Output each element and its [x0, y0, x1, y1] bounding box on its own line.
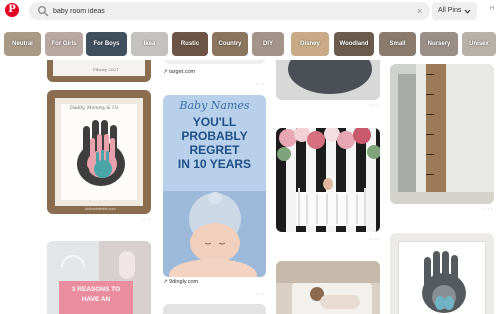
search-input[interactable] — [53, 2, 393, 20]
guide-chip-woodland[interactable]: Woodland — [334, 32, 374, 56]
clear-search-icon[interactable]: × — [417, 5, 422, 17]
baby-names-line-2: PROBABLY — [181, 129, 248, 143]
pin-bottom-partial[interactable] — [163, 304, 266, 314]
guide-chip-rustic[interactable]: Rustic — [172, 32, 208, 56]
frame-caption: Fibrizy 2021 — [93, 67, 119, 72]
guide-chip-ikea[interactable]: Ikea — [131, 32, 168, 56]
guide-chips-row: Neutral For Girls For Boys Ikea Rustic Countr… — [0, 32, 500, 56]
pin-frame-top[interactable]: Fibrizy 2021 — [47, 60, 151, 82]
guide-chip-disney[interactable]: Disney — [291, 32, 329, 56]
guide-chip-small[interactable]: Small — [379, 32, 416, 56]
search-bar[interactable]: × — [29, 2, 430, 20]
pin-link-icon: ↗ — [163, 279, 168, 285]
source-label: target.com — [169, 69, 196, 75]
guide-chip-unisex[interactable]: Unisex — [462, 32, 496, 56]
reasons-line-1: 3 REASONS TO — [71, 286, 121, 293]
pin-source-9dingly[interactable]: ↗ 9dingly.com — [163, 279, 198, 285]
striped-nursery-art — [276, 128, 380, 232]
pin-more-icon[interactable]: ··· — [370, 236, 380, 243]
header-right-label[interactable]: H — [490, 6, 494, 12]
family-handprint-art — [422, 251, 466, 313]
guide-chip-neutral[interactable]: Neutral — [4, 32, 41, 56]
pins-filter-label: All Pins — [438, 7, 462, 14]
guide-chip-diy[interactable]: DIY — [252, 32, 284, 56]
guide-chip-for-girls[interactable]: For Girls — [45, 32, 83, 56]
pin-nursery-reasons[interactable]: 3 REASONS TO HAVE AN — [47, 241, 151, 314]
pin-family-handprints[interactable] — [390, 233, 494, 314]
guide-chip-for-boys[interactable]: For Boys — [86, 32, 127, 56]
pin-dark-rug[interactable] — [276, 60, 380, 100]
baby-names-script: Baby Names — [179, 99, 250, 112]
pin-more-icon[interactable]: ··· — [370, 102, 380, 109]
pin-more-icon[interactable]: ··· — [256, 81, 266, 88]
pin-feed: Fibrizy 2021 Daddy, Mommy & Us dutbacket… — [0, 60, 500, 314]
search-icon — [38, 6, 49, 17]
pin-baby-names[interactable]: Baby Names YOU'LL PROBABLY REGRET IN 10 … — [163, 95, 266, 277]
baby-names-line-3: REGRET — [189, 143, 240, 157]
pin-link-icon: ↗ — [163, 69, 168, 75]
pin-more-icon[interactable]: ··· — [484, 206, 494, 213]
pin-more-icon[interactable]: ··· — [256, 291, 266, 298]
pin-striped-nursery[interactable] — [276, 128, 380, 232]
pin-more-icon[interactable]: ··· — [141, 216, 151, 223]
baby-names-line-4: IN 10 YEARS — [177, 157, 252, 171]
guide-chip-nursery[interactable]: Nursery — [420, 32, 458, 56]
source-label: 9dingly.com — [169, 279, 199, 285]
pin-handprint-frame[interactable]: Daddy, Mommy & Us dutbacketsbit.com — [47, 90, 151, 214]
handprint-art — [77, 120, 125, 186]
handprint-footer: dutbacketsbit.com — [85, 207, 116, 211]
pins-filter-dropdown[interactable]: All Pins — [432, 2, 478, 20]
pin-sleeping-child[interactable] — [276, 261, 380, 314]
baby-names-line-1: YOU'LL — [192, 115, 237, 129]
baby-photo-art — [163, 191, 266, 277]
handprint-caption: Daddy, Mommy & Us — [70, 106, 119, 111]
top-header: P × All Pins H — [0, 0, 500, 26]
guide-chip-country[interactable]: Country — [212, 32, 248, 56]
reasons-line-2: HAVE AN — [81, 296, 111, 303]
pinterest-app: P × All Pins H NeutralFor GirlsFor BoysI… — [0, 0, 500, 314]
pin-growth-chart[interactable] — [390, 64, 494, 204]
pin-source-target[interactable]: ↗ target.com — [163, 69, 195, 75]
chevron-down-icon — [464, 9, 471, 14]
pinterest-logo-icon[interactable]: P — [5, 3, 19, 17]
pin-top-partial[interactable] — [163, 60, 266, 64]
